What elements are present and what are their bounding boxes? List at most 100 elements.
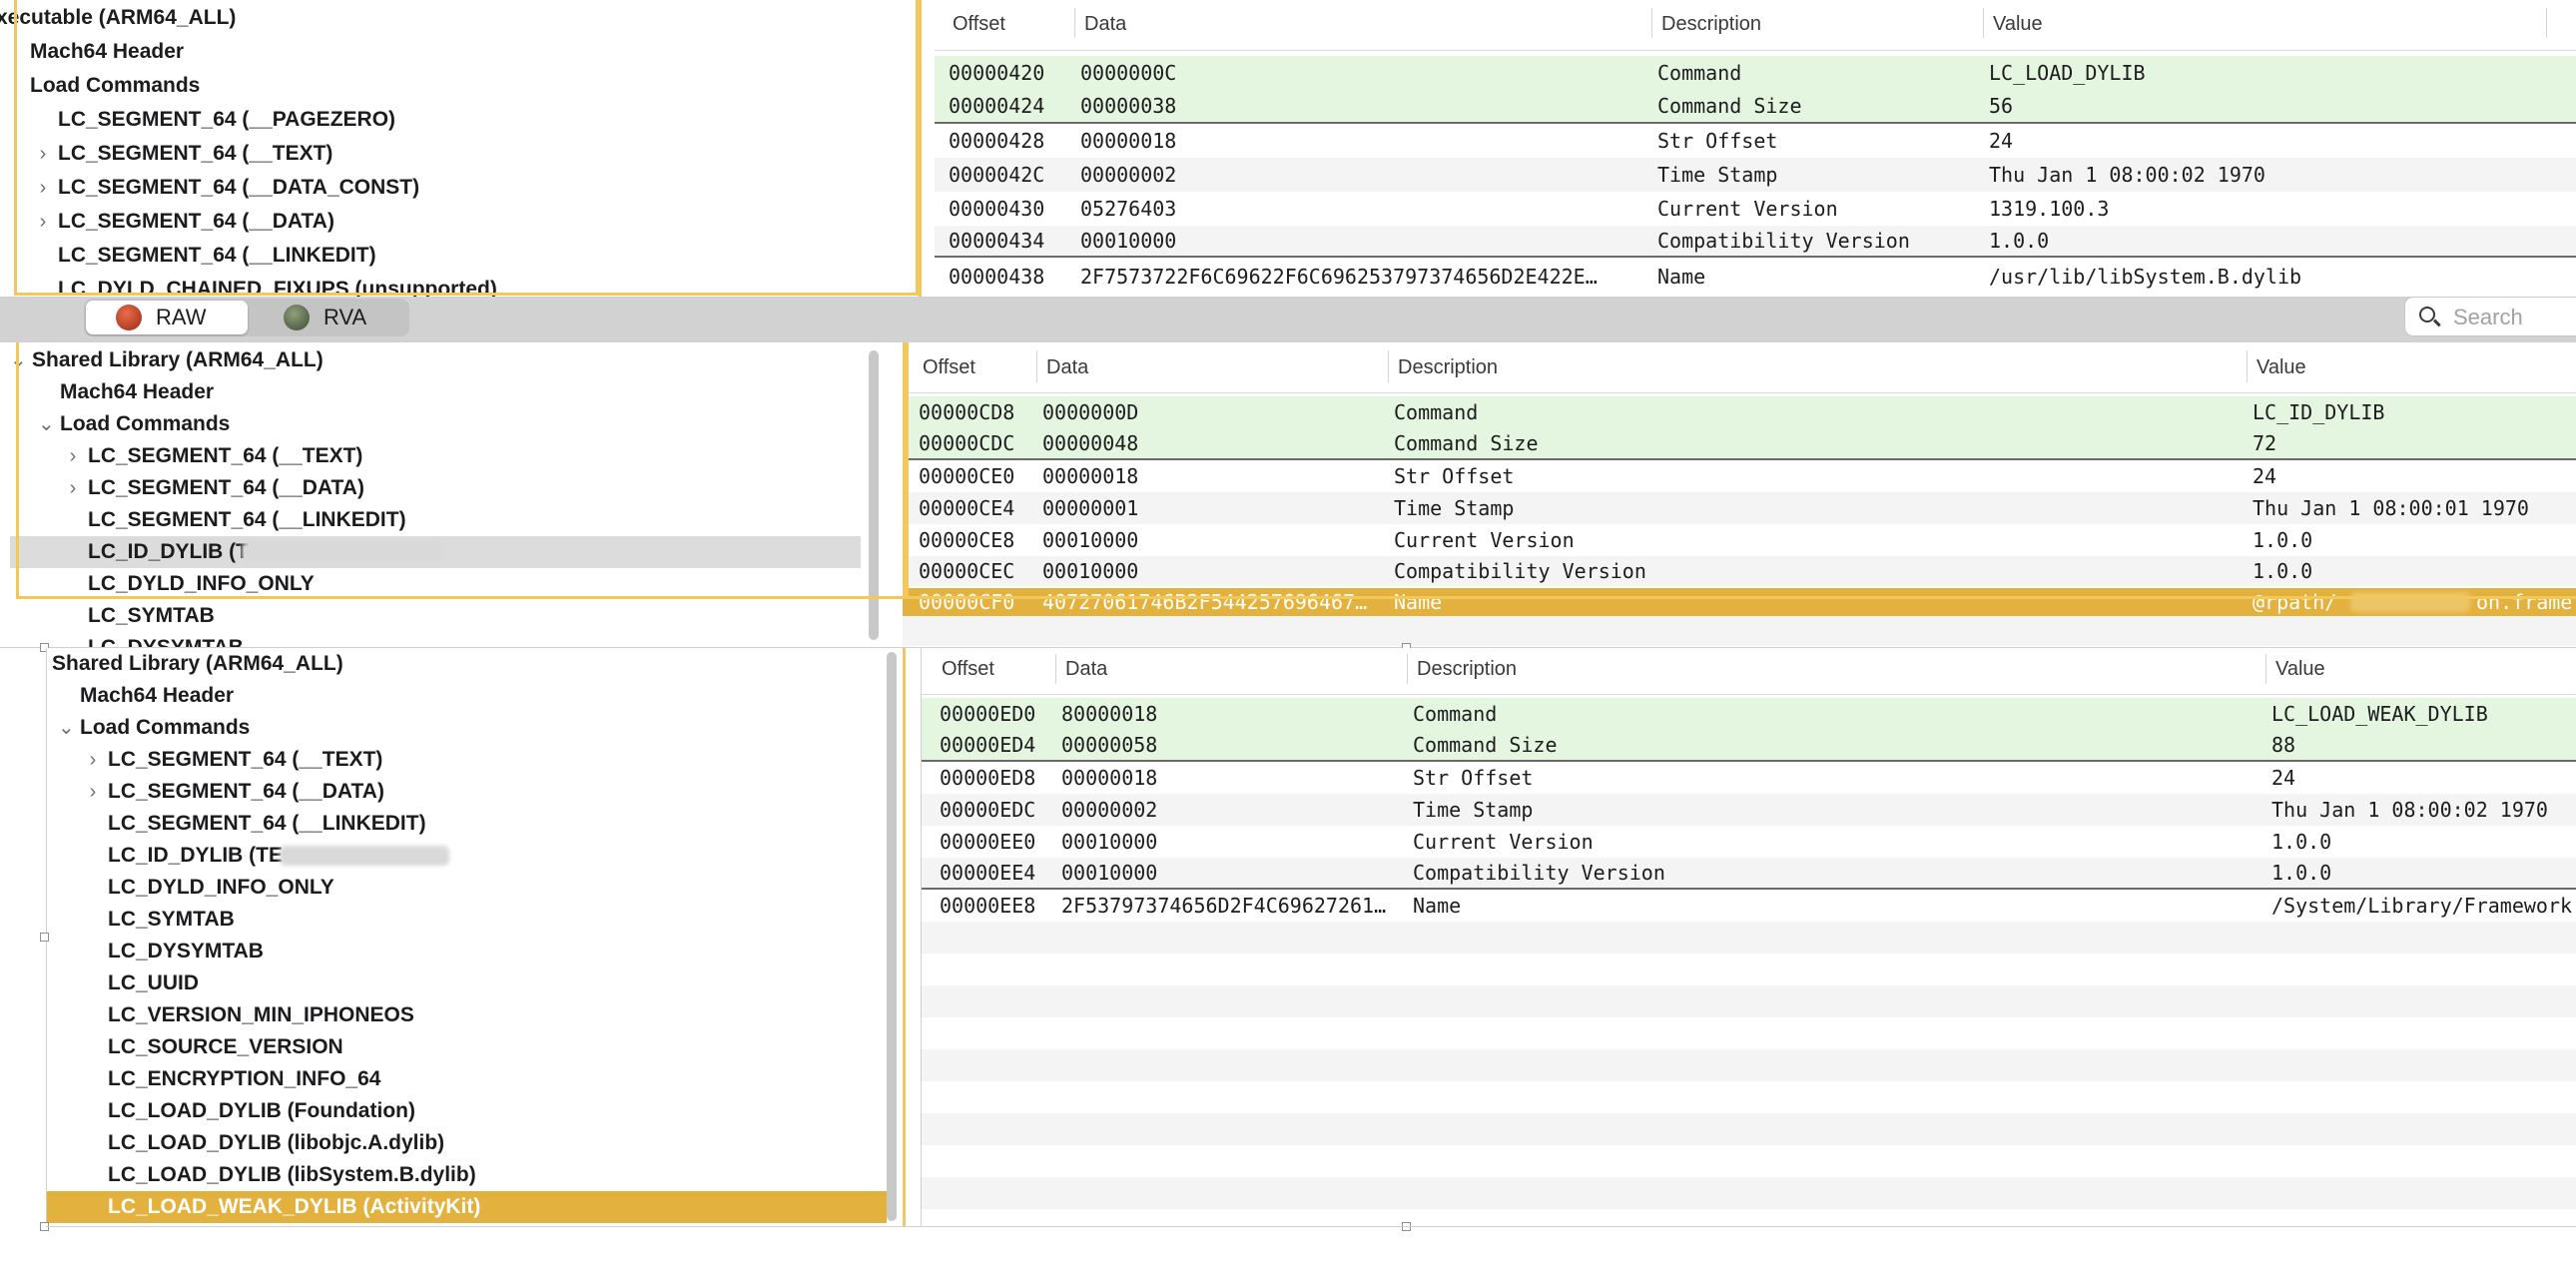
tree-node-root[interactable]: Executable (ARM64_ALL) — [0, 2, 921, 34]
tree-node-mach64-header[interactable]: Mach64 Header — [0, 36, 921, 68]
table-row[interactable]: 00000420 0000000C Command LC_LOAD_DYLIB — [935, 56, 2576, 90]
table-row[interactable]: 00000CE8 00010000 Current Version 1.0.0 — [903, 524, 2576, 556]
table-row-selected[interactable]: 00000CF0 40727061746B2F544257696467… Nam… — [903, 588, 2576, 616]
chevron-down-icon[interactable]: ⌄ — [58, 712, 75, 744]
tree-node-dysymtab[interactable]: LC_DYSYMTAB — [46, 936, 903, 967]
rva-mode-button[interactable]: RVA — [250, 301, 407, 334]
table-row[interactable]: 00000CE0 00000018 Str Offset 24 — [903, 460, 2576, 492]
column-header-description[interactable]: Description — [1398, 356, 1498, 379]
table-row[interactable]: 00000ED0 80000018 Command LC_LOAD_WEAK_D… — [922, 698, 2576, 730]
column-divider[interactable] — [1074, 8, 1075, 38]
tree-node-load-dylib-foundation[interactable]: LC_LOAD_DYLIB (Foundation) — [46, 1095, 903, 1127]
column-header-value[interactable]: Value — [2275, 658, 2325, 681]
table-row[interactable]: 00000ED8 00000018 Str Offset 24 — [922, 762, 2576, 794]
vertical-divider[interactable] — [919, 0, 922, 297]
tree-node-source-version[interactable]: LC_SOURCE_VERSION — [46, 1031, 903, 1063]
column-divider[interactable] — [1983, 8, 1984, 38]
chevron-right-icon[interactable]: › — [66, 440, 80, 472]
chevron-right-icon[interactable]: › — [66, 472, 80, 504]
tree-node-linkedit[interactable]: LC_SEGMENT_64 (__LINKEDIT) — [0, 240, 921, 272]
column-header-description[interactable]: Description — [1661, 13, 1761, 36]
table-row[interactable]: 00000CD8 0000000D Command LC_ID_DYLIB — [903, 396, 2576, 428]
tree-node-chained-fixups[interactable]: LC_DYLD_CHAINED_FIXUPS (unsupported) — [0, 274, 921, 297]
tree-node-data-segment[interactable]: › LC_SEGMENT_64 (__DATA) — [46, 776, 903, 808]
chevron-down-icon[interactable]: ⌄ — [38, 408, 55, 440]
column-divider[interactable] — [2265, 654, 2266, 684]
tree-node-text-segment[interactable]: › LC_SEGMENT_64 (__TEXT) — [0, 440, 889, 472]
tree-node-symtab[interactable]: LC_SYMTAB — [0, 600, 889, 632]
tree-scrollbar[interactable] — [887, 652, 897, 1221]
column-divider[interactable] — [1388, 350, 1389, 382]
table-row[interactable]: 00000EDC 00000002 Time Stamp Thu Jan 1 0… — [922, 794, 2576, 826]
tree-node-linkedit[interactable]: LC_SEGMENT_64 (__LINKEDIT) — [0, 504, 889, 536]
raw-mode-label: RAW — [156, 305, 207, 329]
tree-node-text-segment[interactable]: › LC_SEGMENT_64 (__TEXT) — [0, 138, 921, 170]
column-header-data[interactable]: Data — [1046, 356, 1088, 379]
tree-node-dyld-info-only[interactable]: LC_DYLD_INFO_ONLY — [46, 872, 903, 904]
column-divider[interactable] — [2546, 8, 2547, 38]
column-divider[interactable] — [1055, 654, 1056, 684]
column-header-value[interactable]: Value — [2256, 356, 2306, 379]
column-header-offset[interactable]: Offset — [953, 13, 1005, 36]
search-field[interactable]: Search — [2404, 297, 2576, 336]
column-divider[interactable] — [1407, 654, 1408, 684]
table-row[interactable]: 00000EE4 00010000 Compatibility Version … — [922, 858, 2576, 890]
column-header-data[interactable]: Data — [1084, 13, 1126, 36]
table-row[interactable]: 00000CE4 00000001 Time Stamp Thu Jan 1 0… — [903, 492, 2576, 524]
raw-mode-button[interactable]: RAW — [86, 301, 248, 334]
tree-node-root[interactable]: Shared Library (ARM64_ALL) — [46, 648, 903, 680]
chevron-right-icon[interactable]: › — [86, 744, 100, 776]
column-header-description[interactable]: Description — [1417, 658, 1517, 681]
tree-node-id-dylib[interactable]: LC_ID_DYLIB (TE — [46, 840, 903, 872]
table-row[interactable]: 00000ED4 00000058 Command Size 88 — [922, 730, 2576, 762]
tree-node-load-dylib-libobjc[interactable]: LC_LOAD_DYLIB (libobjc.A.dylib) — [46, 1127, 903, 1159]
table-row[interactable]: 00000EE8 2F53797374656D2F4C69627261… Nam… — [922, 890, 2576, 922]
tree-node-data-const-segment[interactable]: › LC_SEGMENT_64 (__DATA_CONST) — [0, 172, 921, 204]
table-row[interactable]: 00000CDC 00000048 Command Size 72 — [903, 428, 2576, 460]
tree-node-linkedit[interactable]: LC_SEGMENT_64 (__LINKEDIT) — [46, 808, 903, 840]
column-divider[interactable] — [2247, 350, 2248, 382]
column-header-value[interactable]: Value — [1993, 13, 2043, 36]
table-row[interactable]: 00000430 05276403 Current Version 1319.1… — [935, 192, 2576, 226]
tree-node-symtab[interactable]: LC_SYMTAB — [46, 904, 903, 936]
table-row[interactable]: 00000438 2F7573722F6C69622F6C69625379737… — [935, 262, 2576, 296]
chevron-right-icon[interactable]: › — [36, 172, 50, 204]
tree-node-root[interactable]: ⌄ Shared Library (ARM64_ALL) — [0, 344, 889, 376]
tree-node-pagezero[interactable]: LC_SEGMENT_64 (__PAGEZERO) — [0, 104, 921, 136]
tree-node-load-weak-dylib[interactable]: LC_LOAD_WEAK_DYLIB (ActivityKit) — [46, 1191, 887, 1223]
column-header-offset[interactable]: Offset — [942, 658, 994, 681]
table-row[interactable]: 00000424 00000038 Command Size 56 — [935, 90, 2576, 124]
column-divider[interactable] — [1651, 8, 1652, 38]
table-row[interactable]: 00000CEC 00010000 Compatibility Version … — [903, 556, 2576, 586]
tree-node-label: Shared Library (ARM64_ALL) — [32, 348, 323, 371]
table-row[interactable]: 00000434 00010000 Compatibility Version … — [935, 226, 2576, 258]
chevron-down-icon[interactable]: ⌄ — [10, 344, 27, 376]
tree-node-mach64-header[interactable]: Mach64 Header — [0, 376, 889, 408]
table-row[interactable]: 0000042C 00000002 Time Stamp Thu Jan 1 0… — [935, 158, 2576, 192]
tree-node-mach64-header[interactable]: Mach64 Header — [46, 680, 903, 712]
tree-scrollbar[interactable] — [869, 350, 879, 640]
resize-handle[interactable] — [40, 933, 49, 942]
tree-node-id-dylib[interactable]: LC_ID_DYLIB (T — [10, 536, 861, 568]
tree-node-load-commands[interactable]: Load Commands — [0, 70, 921, 102]
tree-node-data-segment[interactable]: › LC_SEGMENT_64 (__DATA) — [0, 472, 889, 504]
table-row[interactable]: 00000428 00000018 Str Offset 24 — [935, 124, 2576, 158]
tree-node-load-commands[interactable]: ⌄ Load Commands — [0, 408, 889, 440]
tree-node-uuid[interactable]: LC_UUID — [46, 967, 903, 999]
tree-node-version-min[interactable]: LC_VERSION_MIN_IPHONEOS — [46, 999, 903, 1031]
tree-node-text-segment[interactable]: › LC_SEGMENT_64 (__TEXT) — [46, 744, 903, 776]
tree-node-load-dylib-libsystem[interactable]: LC_LOAD_DYLIB (libSystem.B.dylib) — [46, 1159, 903, 1191]
chevron-right-icon[interactable]: › — [36, 206, 50, 238]
tree-node-dysymtab[interactable]: LC_DYSYMTAB — [0, 632, 889, 647]
tree-node-encryption-info[interactable]: LC_ENCRYPTION_INFO_64 — [46, 1063, 903, 1095]
column-header-data[interactable]: Data — [1065, 658, 1107, 681]
tree-node-load-commands[interactable]: ⌄ Load Commands — [46, 712, 903, 744]
table-row-empty — [922, 985, 2576, 1017]
table-row[interactable]: 00000EE0 00010000 Current Version 1.0.0 — [922, 826, 2576, 858]
column-divider[interactable] — [1036, 350, 1037, 382]
chevron-right-icon[interactable]: › — [36, 138, 50, 170]
tree-node-data-segment[interactable]: › LC_SEGMENT_64 (__DATA) — [0, 206, 921, 238]
chevron-right-icon[interactable]: › — [86, 776, 100, 808]
tree-node-dyld-info-only[interactable]: LC_DYLD_INFO_ONLY — [0, 568, 889, 600]
column-header-offset[interactable]: Offset — [923, 356, 975, 379]
